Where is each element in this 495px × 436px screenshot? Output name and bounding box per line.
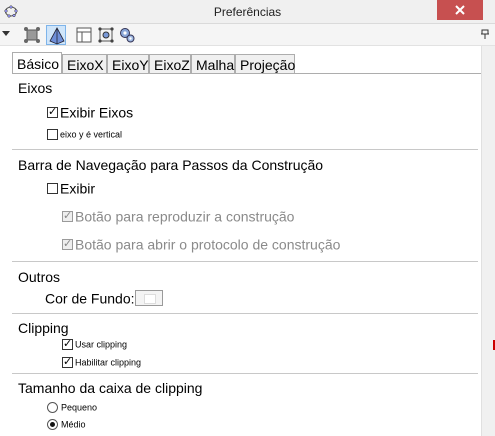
tab-eixoy[interactable]: EixoY [107, 54, 149, 74]
protocol-button-checkbox[interactable]: Botão para abrir o protocolo de construç… [62, 235, 340, 252]
background-color-row: Cor de Fundo: [45, 289, 163, 307]
tab-projecao[interactable]: Projeção [235, 54, 295, 74]
3d-graphics-button[interactable] [46, 25, 66, 45]
section-title: Clipping [18, 320, 69, 336]
3d-graphics-icon [49, 27, 65, 45]
checkbox-label: Habilitar clipping [75, 357, 142, 368]
radio-selected[interactable] [47, 419, 58, 431]
checkbox-unchecked[interactable] [47, 182, 58, 194]
section-navigation-bar: Barra de Navegação para Passos da Constr… [12, 150, 478, 262]
graphics-settings-button[interactable] [22, 25, 42, 45]
section-clipping-box-size: Tamanho da caixa de clipping Pequeno Méd… [12, 374, 478, 436]
radio-medium[interactable]: Médio [47, 419, 86, 431]
section-other: Outros Cor de Fundo: [12, 262, 478, 314]
checkbox-checked[interactable] [62, 237, 73, 250]
background-color-label: Cor de Fundo: [45, 290, 135, 307]
advanced-settings-icon [120, 28, 135, 43]
vertical-scrollbar[interactable] [481, 46, 495, 436]
radio-label: Médio [61, 419, 86, 430]
play-button-checkbox[interactable]: Botão para reproduzir a construção [62, 207, 294, 224]
radio-label: Pequeno [61, 402, 98, 413]
background-color-button[interactable] [134, 290, 163, 307]
checkbox-checked[interactable] [47, 105, 58, 118]
title-bar: Preferências [0, 0, 495, 24]
section-title: Tamanho da caixa de clipping [18, 380, 203, 396]
checkbox-checked[interactable] [62, 355, 73, 369]
use-clipping-checkbox[interactable]: Usar clipping [62, 337, 128, 351]
chevron-down-icon[interactable] [2, 31, 10, 36]
section-title: Eixos [18, 80, 53, 96]
section-axes: Eixos Exibir Eixos eixo y é vertical [12, 74, 478, 150]
tab-eixoz[interactable]: EixoZ [149, 54, 191, 74]
tab-malha[interactable]: Malha [191, 54, 235, 74]
checkbox-label: Botão para abrir o protocolo de construç… [75, 236, 341, 253]
advanced-settings-button[interactable] [117, 25, 137, 45]
close-button[interactable] [437, 0, 483, 20]
defaults-icon [98, 27, 114, 43]
layout-button[interactable] [74, 25, 94, 45]
pin-icon[interactable] [481, 29, 489, 39]
show-nav-checkbox[interactable]: Exibir [47, 179, 95, 196]
toolbar [0, 24, 495, 46]
tab-basico[interactable]: Básico [12, 52, 62, 74]
checkbox-label: Exibir [60, 180, 96, 197]
layout-icon [76, 27, 92, 43]
enable-clipping-checkbox[interactable]: Habilitar clipping [62, 355, 142, 369]
checkbox-checked[interactable] [62, 337, 73, 351]
tab-eixox[interactable]: EixoX [62, 54, 107, 74]
close-icon [455, 5, 465, 15]
radio-unselected[interactable] [47, 402, 58, 414]
show-axes-checkbox[interactable]: Exibir Eixos [47, 103, 133, 120]
radio-small[interactable]: Pequeno [47, 402, 98, 414]
checkbox-label: Botão para reproduzir a construção [75, 208, 295, 225]
checkbox-label: Exibir Eixos [60, 104, 134, 121]
section-title: Outros [18, 269, 61, 285]
section-title: Barra de Navegação para Passos da Constr… [18, 157, 324, 173]
y-axis-vertical-checkbox[interactable]: eixo y é vertical [47, 129, 123, 141]
window-title: Preferências [213, 5, 282, 19]
settings-panel: Eixos Exibir Eixos eixo y é vertical Bar… [12, 74, 494, 436]
checkbox-checked[interactable] [62, 209, 73, 222]
section-clipping: Clipping Usar clipping Habilitar clippin… [12, 314, 478, 374]
graphics-settings-icon [24, 27, 40, 43]
checkbox-unchecked[interactable] [47, 129, 58, 141]
checkbox-label: eixo y é vertical [60, 129, 123, 140]
checkbox-label: Usar clipping [75, 339, 128, 350]
defaults-button[interactable] [96, 25, 116, 45]
